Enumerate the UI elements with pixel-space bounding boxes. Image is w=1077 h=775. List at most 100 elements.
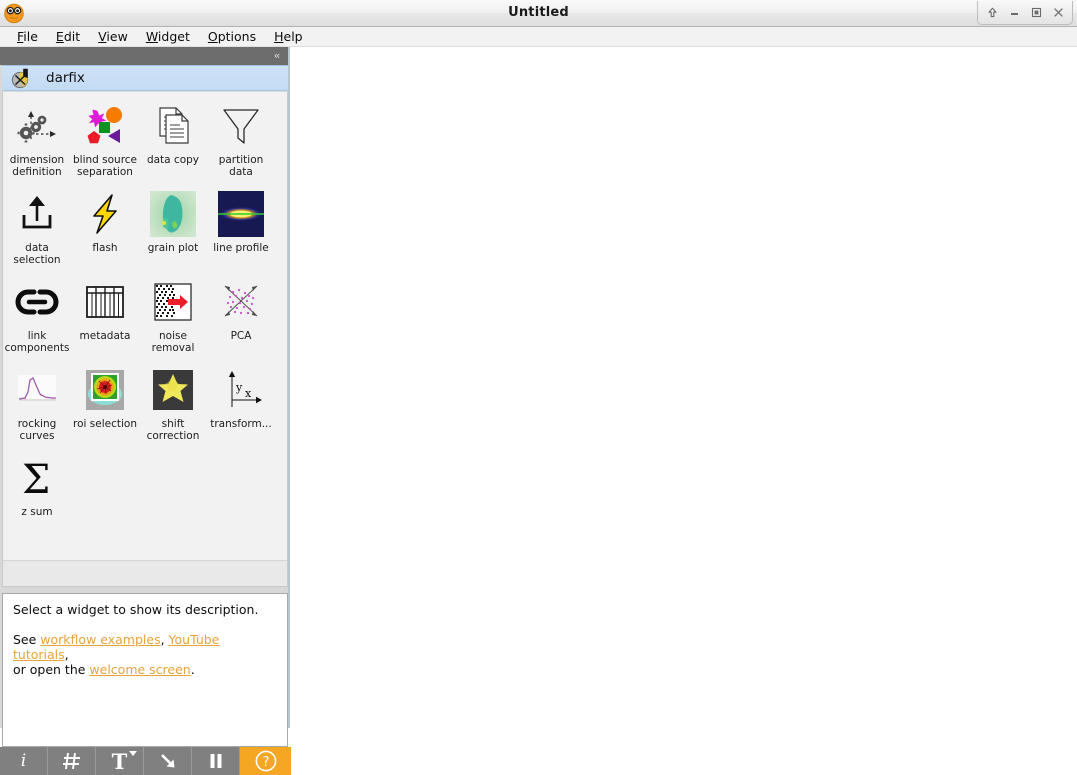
menu-file[interactable]: File: [8, 27, 47, 46]
pca-icon: [217, 278, 265, 326]
widget-grain-plot[interactable]: grain plot: [139, 184, 207, 266]
svg-text:x: x: [245, 387, 252, 400]
widget-flash[interactable]: flash: [71, 184, 139, 266]
widget-shift-correction[interactable]: shift correction: [139, 360, 207, 442]
widget-line-profile[interactable]: line profile: [207, 184, 275, 266]
period: .: [190, 662, 195, 677]
arrow-icon: [160, 754, 174, 768]
menu-view[interactable]: View: [89, 27, 137, 46]
menu-options[interactable]: Options: [199, 27, 265, 46]
maximize-icon: [1031, 7, 1041, 18]
menu-bar: File Edit View Widget Options Help: [0, 27, 1077, 47]
title-bar: Untitled: [0, 0, 1077, 27]
workflow-canvas[interactable]: [290, 47, 1077, 728]
widget-label: z sum: [21, 506, 53, 518]
separator-2: ,: [64, 647, 69, 662]
data-copy-icon: [149, 102, 197, 150]
category-header-darfix[interactable]: darfix: [2, 65, 288, 91]
close-icon: [1053, 8, 1063, 17]
grid-icon: [62, 752, 80, 770]
widget-pca[interactable]: PCA: [207, 272, 275, 354]
widget-z-sum[interactable]: Σ z sum: [3, 448, 71, 518]
metadata-icon: [81, 278, 129, 326]
data-selection-icon: [13, 190, 61, 238]
widget-grid: dimension definition blind source separati…: [3, 92, 287, 524]
flash-icon: [81, 190, 129, 238]
widget-label: PCA: [230, 330, 252, 342]
maximize-button[interactable]: [1025, 3, 1047, 23]
category-label: darfix: [46, 70, 85, 86]
window-title: Untitled: [508, 5, 569, 20]
widget-label: grain plot: [147, 242, 199, 254]
grain-plot-icon: [149, 190, 197, 238]
menu-edit-rest: dit: [63, 29, 81, 44]
toolbox-title-bar: «: [0, 47, 290, 65]
widget-dimension-definition[interactable]: dimension definition: [3, 96, 71, 178]
welcome-screen-link[interactable]: welcome screen: [89, 662, 190, 677]
noise-removal-icon: [149, 278, 197, 326]
svg-text:?: ?: [262, 755, 269, 770]
widget-toolbox-dock: « darfix dimension definition blind sour…: [0, 47, 291, 775]
widget-data-copy[interactable]: data copy: [139, 96, 207, 178]
widget-blind-source-separation[interactable]: blind source separation: [71, 96, 139, 178]
minimize-button[interactable]: [1003, 3, 1025, 23]
widget-grid-footer: [3, 560, 287, 586]
collapse-dock-button[interactable]: «: [269, 47, 285, 65]
grid-button[interactable]: [48, 747, 96, 775]
pause-icon: [210, 754, 221, 768]
widget-noise-removal[interactable]: noise removal: [139, 272, 207, 354]
widget-label: partition data: [218, 154, 264, 178]
chevron-down-icon: [129, 751, 137, 756]
z-sum-icon: Σ: [13, 454, 61, 502]
widget-label: noise removal: [151, 330, 195, 354]
see-prefix: See: [13, 632, 41, 647]
widget-label: line profile: [213, 242, 269, 254]
rocking-curves-icon: [13, 366, 61, 414]
menu-widget-mnemonic: W: [145, 29, 158, 44]
widget-label: blind source separation: [72, 154, 138, 178]
widget-link-components[interactable]: link components: [3, 272, 71, 354]
help-button[interactable]: ?: [240, 747, 291, 775]
menu-view-rest: iew: [106, 29, 128, 44]
canvas-bottom-toolbar: i T ?: [0, 747, 291, 775]
widget-label: data copy: [146, 154, 200, 166]
menu-edit[interactable]: Edit: [47, 27, 89, 46]
shift-correction-icon: [149, 366, 197, 414]
info-icon: i: [20, 751, 27, 771]
info-button[interactable]: i: [0, 747, 48, 775]
dimension-definition-icon: [13, 102, 61, 150]
widget-partition-data[interactable]: partition data: [207, 96, 275, 178]
blind-source-separation-icon: [81, 102, 129, 150]
widget-rocking-curves[interactable]: rocking curves: [3, 360, 71, 442]
description-links: See workflow examples, YouTube tutorials…: [13, 632, 277, 677]
dock-splitter[interactable]: [288, 47, 290, 728]
arrow-up-icon: [987, 7, 997, 18]
widget-transformation[interactable]: y x transform...: [207, 360, 275, 442]
description-text: Select a widget to show its description.: [13, 602, 259, 617]
widget-label: transform...: [210, 418, 272, 430]
separator-1: ,: [160, 632, 169, 647]
widget-metadata[interactable]: metadata: [71, 272, 139, 354]
partition-data-icon: [217, 102, 265, 150]
widget-description-panel: Select a widget to show its description.…: [2, 593, 288, 747]
menu-widget[interactable]: Widget: [137, 27, 199, 46]
text-icon: T: [111, 748, 128, 774]
menu-edit-mnemonic: E: [55, 29, 64, 44]
text-annotation-button[interactable]: T: [96, 747, 144, 775]
pause-button[interactable]: [192, 747, 240, 775]
link-components-icon: [13, 278, 61, 326]
svg-text:Σ: Σ: [22, 457, 50, 501]
always-on-top-button[interactable]: [981, 3, 1003, 23]
widget-label: shift correction: [146, 418, 200, 442]
widget-label: roi selection: [73, 418, 137, 430]
widget-data-selection[interactable]: data selection: [3, 184, 71, 266]
arrow-annotation-button[interactable]: [144, 747, 192, 775]
widget-label: data selection: [13, 242, 61, 266]
widget-label: link components: [4, 330, 70, 354]
close-button[interactable]: [1047, 3, 1069, 23]
line-profile-icon: [217, 190, 265, 238]
workflow-examples-link[interactable]: workflow examples: [40, 632, 160, 647]
widget-label: metadata: [79, 330, 131, 342]
widget-roi-selection[interactable]: roi selection: [71, 360, 139, 442]
menu-help[interactable]: Help: [265, 27, 312, 46]
